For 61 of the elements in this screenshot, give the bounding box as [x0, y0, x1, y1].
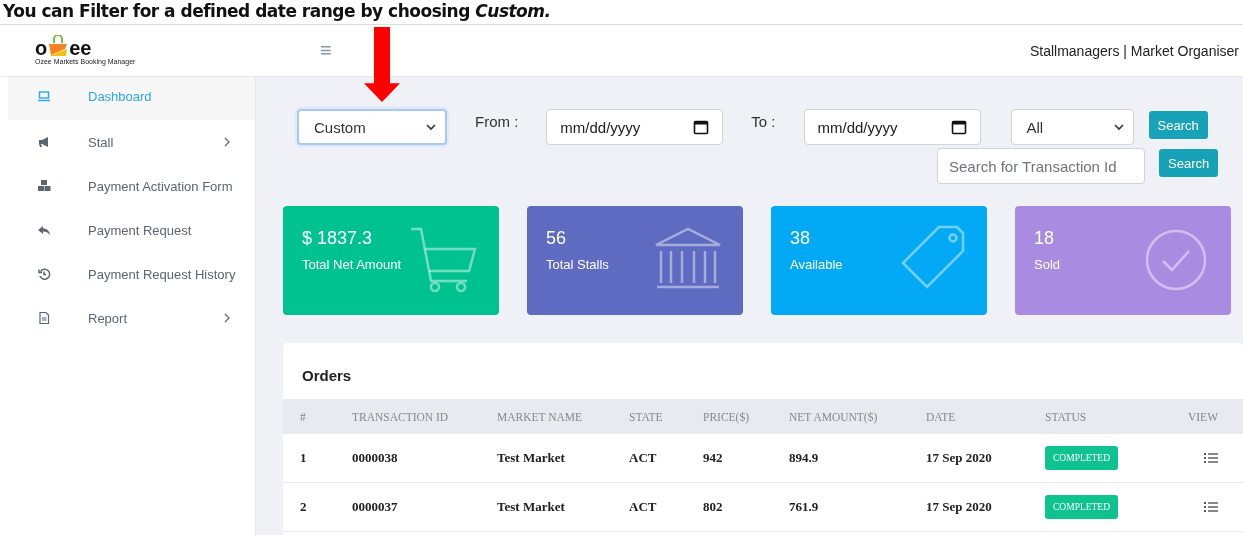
transaction-search-field[interactable]: Search for Transaction Id [937, 148, 1145, 184]
column-header: STATE [629, 410, 664, 423]
stat-value: 56 [546, 228, 568, 249]
range-dropdown[interactable]: Custom [297, 109, 447, 145]
caret-icon [426, 123, 436, 131]
column-header: STATUS [1045, 410, 1088, 423]
table-cell: 894.9 [789, 450, 819, 466]
cubes-icon [37, 179, 51, 193]
column-header: TRANSACTION ID [352, 410, 450, 423]
stat-value: 38 [790, 228, 812, 249]
column-header: DATE [926, 410, 957, 423]
reply-icon [37, 223, 51, 237]
caption-text: You can Filter for a defined date range by choosing Custom. [2, 0, 552, 23]
from-date-field[interactable]: mm/dd/yyyy [546, 109, 724, 145]
orders-title: Orders [301, 366, 353, 386]
table-cell: Test Market [497, 450, 565, 466]
column-header: # [300, 410, 307, 423]
column-header: MARKET NAME [497, 410, 584, 423]
list-icon[interactable] [1204, 452, 1218, 464]
cart-icon [409, 225, 479, 295]
stat-label: Sold [1034, 257, 1061, 272]
calendar-icon [950, 119, 967, 135]
table-cell: 942 [703, 450, 723, 466]
caret-icon [1113, 123, 1124, 131]
to-date-field[interactable]: mm/dd/yyyy [803, 109, 981, 145]
table-cell: 802 [703, 499, 723, 515]
table-cell: 1 [300, 450, 307, 466]
sidebar-item[interactable]: Report [8, 296, 255, 340]
calendar-icon [693, 119, 710, 135]
megaphone-icon [37, 135, 51, 149]
table-cell: ACT [629, 450, 657, 466]
from-label: From : [475, 113, 519, 130]
user-role-text: Stallmanagers | Market Organiser [1029, 42, 1239, 59]
sidebar-item[interactable]: Payment Activation Form [8, 164, 255, 208]
file-icon [37, 311, 51, 325]
to-label: To : [751, 113, 776, 130]
list-icon[interactable] [1204, 501, 1218, 513]
sidebar-item[interactable]: Payment Request [8, 208, 255, 252]
column-header: PRICE($) [703, 410, 750, 423]
status-badge: COMPLETED [1045, 495, 1118, 519]
column-header: VIEW [1188, 410, 1218, 423]
table-cell: 761.9 [789, 499, 819, 515]
status-badge: COMPLETED [1045, 446, 1118, 470]
status-dropdown[interactable]: All [1010, 109, 1134, 145]
table-cell: 2 [300, 499, 307, 515]
table-cell: 0000038 [352, 450, 398, 466]
column-header: NET AMOUNT($) [789, 410, 879, 423]
table-cell: 0000037 [352, 499, 398, 515]
stat-label: Total Net Amount [302, 257, 401, 272]
sidebar-item[interactable]: Stall [8, 120, 255, 164]
sidebar-item[interactable]: Payment Request History [8, 252, 255, 296]
stat-value: $ 1837.3 [302, 228, 374, 249]
stat-value: 18 [1034, 228, 1056, 249]
table-cell: Test Market [497, 499, 565, 515]
table-cell: ACT [629, 499, 657, 515]
history-icon [37, 267, 51, 281]
table-cell: 17 Sep 2020 [926, 450, 992, 466]
laptop-icon [37, 89, 51, 103]
table-cell: 17 Sep 2020 [926, 499, 992, 515]
stat-label: Total Stalls [546, 257, 609, 272]
stat-label: Available [790, 257, 843, 272]
